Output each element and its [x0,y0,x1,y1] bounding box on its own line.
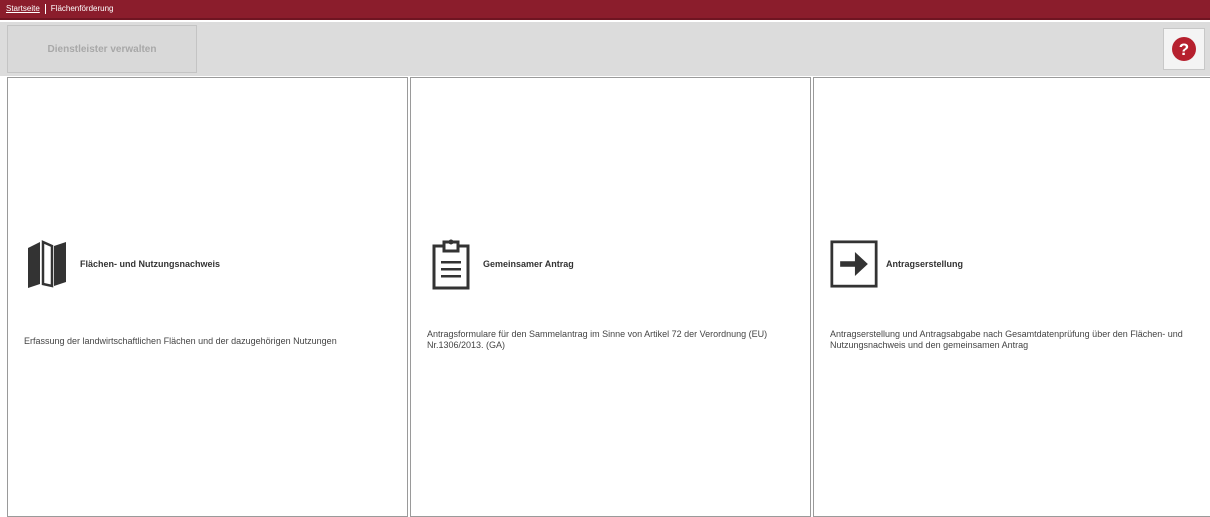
manage-providers-button[interactable]: Dienstleister verwalten [7,25,197,73]
map-icon [24,238,72,290]
tile-header: Flächen- und Nutzungsnachweis [24,238,220,290]
tile-header: Antragserstellung [830,238,963,290]
help-button[interactable]: ? [1163,28,1205,70]
tile-title: Gemeinsamer Antrag [483,259,574,269]
tile-description: Antragserstellung und Antragsabgabe nach… [830,329,1183,350]
clipboard-icon [427,238,475,290]
breadcrumb-current: Flächenförderung [50,4,114,13]
arrow-right-box-icon [830,238,878,290]
tile-header: Gemeinsamer Antrag [427,238,574,290]
toolbar: Dienstleister verwalten ? [0,22,1210,76]
tile-description: Antragsformulare für den Sammelantrag im… [427,329,768,350]
breadcrumb-home-link[interactable]: Startseite [6,0,40,19]
tile-flaechennachweis[interactable]: Flächen- und Nutzungsnachweis Erfassung … [7,77,408,517]
breadcrumb-bar: Startseite Flächenförderung [0,0,1210,20]
help-icon: ? [1172,37,1196,61]
breadcrumb-separator [44,4,46,14]
tile-title: Antragserstellung [886,259,964,269]
tile-description: Erfassung der landwirtschaftlichen Fläch… [24,336,337,346]
tile-grid: Flächen- und Nutzungsnachweis Erfassung … [0,77,1210,517]
tile-gemeinsamer-antrag[interactable]: Gemeinsamer Antrag Antragsformulare für … [410,77,811,517]
tile-antragserstellung[interactable]: Antragserstellung Antragserstellung und … [813,77,1210,517]
tile-title: Flächen- und Nutzungsnachweis [80,259,221,269]
